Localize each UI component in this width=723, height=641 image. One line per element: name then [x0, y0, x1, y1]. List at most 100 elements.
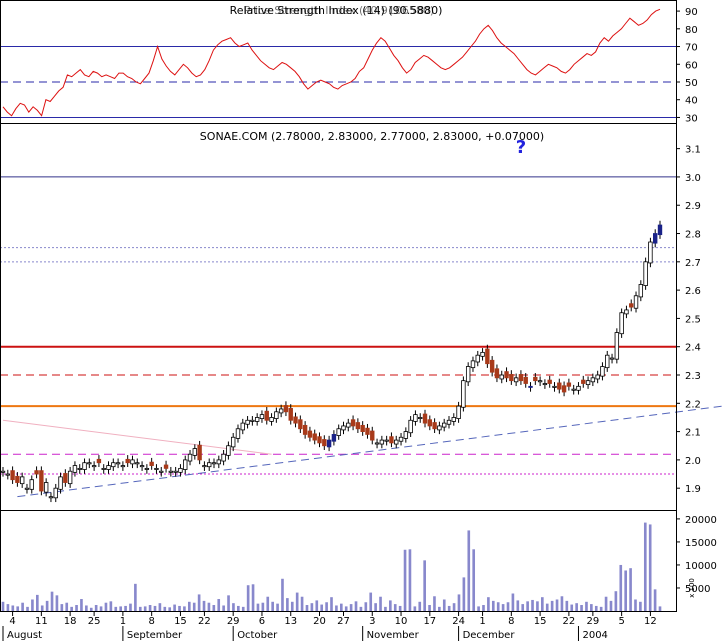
candle-body: [398, 436, 404, 442]
volume-bar: [599, 606, 603, 611]
price-axis-tick-label: 2.2: [685, 399, 701, 410]
day-label: 8: [508, 616, 514, 627]
month-label: September: [127, 630, 183, 641]
candle-body: [101, 467, 106, 470]
candle-body: [609, 357, 615, 360]
candle-body: [379, 439, 385, 445]
candle: [39, 466, 44, 496]
candle-body: [115, 462, 121, 465]
candle-body: [629, 303, 634, 308]
candle-body: [111, 462, 116, 468]
volume-bar: [55, 595, 59, 611]
candle: [648, 237, 653, 268]
candle-body: [513, 377, 519, 383]
volume-bar: [286, 598, 289, 611]
candle-body: [547, 379, 552, 384]
candle-body: [619, 312, 624, 335]
candle-body: [614, 332, 620, 360]
volume-bar: [477, 606, 480, 611]
candle-body: [82, 462, 87, 470]
volume-bar: [89, 607, 93, 611]
candle-body: [624, 309, 629, 315]
candle-body: [259, 414, 265, 419]
candle-body: [154, 467, 159, 470]
volume-bar: [452, 603, 456, 611]
rsi-axis-tick-label: 70: [685, 43, 698, 54]
candle-body: [528, 385, 533, 388]
candle-body: [187, 453, 193, 462]
candle-body: [178, 467, 183, 473]
volume-bar: [472, 549, 476, 611]
volume-bar: [281, 578, 284, 611]
volume-bar: [173, 604, 176, 611]
candle-body: [571, 388, 576, 391]
volume-bar: [266, 596, 270, 611]
day-label: 5: [618, 616, 624, 627]
candle-body: [451, 417, 456, 422]
volume-bar: [109, 601, 113, 611]
candle-body: [173, 470, 178, 473]
volume-bar: [389, 600, 392, 611]
candle-body: [240, 422, 245, 431]
day-label: 18: [64, 616, 77, 627]
volume-bar: [158, 603, 162, 611]
candle-body: [34, 470, 39, 475]
volume-bar: [639, 601, 642, 611]
volume-bar: [335, 605, 338, 611]
rsi-axis-tick-label: 60: [685, 60, 698, 71]
price-axis-tick-label: 2.7: [685, 258, 701, 269]
volume-bar: [70, 606, 73, 611]
volume-bar: [384, 606, 387, 611]
volume-bar: [222, 605, 225, 611]
volume-bar: [604, 596, 608, 611]
candle-body: [211, 462, 217, 465]
candle-body: [456, 405, 461, 419]
volume-bar: [496, 602, 500, 611]
candle: [643, 257, 648, 290]
volume-bar: [153, 605, 157, 611]
candle-body: [408, 419, 413, 434]
volume-bar: [99, 606, 103, 611]
candle-body: [10, 470, 15, 481]
candle-body: [461, 380, 466, 408]
candle-body: [302, 424, 308, 435]
volume-bar: [423, 560, 426, 611]
volume-bar: [183, 606, 186, 611]
volume-bar: [251, 584, 255, 611]
day-label: 29: [586, 616, 599, 627]
volume-bar: [94, 605, 98, 611]
volume-bar: [393, 604, 397, 611]
volume-bar: [227, 595, 230, 611]
volume-bar: [1, 601, 5, 611]
volume-bar: [398, 605, 402, 611]
volume-bar: [428, 605, 431, 611]
candle-body: [432, 422, 437, 430]
volume-bar: [330, 597, 333, 611]
candle-body: [5, 473, 10, 476]
volume-bar: [178, 605, 181, 611]
volume-bar: [359, 606, 363, 611]
candle-body: [149, 461, 154, 466]
candle-body: [135, 462, 140, 465]
volume-bar: [506, 602, 510, 611]
candle-body: [274, 411, 279, 419]
candle-body: [67, 470, 73, 485]
candle-body: [557, 382, 562, 390]
chart-svg: 30 40 50 60 70 80 90 1.9 2.0 2.1 2.2 2.3 2.4 2.5 2.6 2…: [0, 0, 723, 641]
candle-body: [130, 459, 135, 465]
volume-bar: [320, 604, 324, 611]
candle-body: [293, 416, 298, 424]
day-label: 1: [120, 616, 126, 627]
price-axis-tick-label: 3.1: [685, 145, 701, 156]
candle-body: [72, 465, 78, 473]
volume-bar: [609, 600, 613, 611]
volume-bar: [60, 604, 64, 611]
candle-body: [226, 445, 231, 456]
volume-bar: [536, 601, 539, 611]
price-axis-tick-label: 2.3: [685, 371, 701, 382]
volume-bar: [192, 602, 196, 611]
volume-bar: [653, 589, 657, 611]
volume-bar: [50, 591, 54, 611]
candle-body: [63, 473, 68, 483]
candle-body: [298, 419, 303, 430]
